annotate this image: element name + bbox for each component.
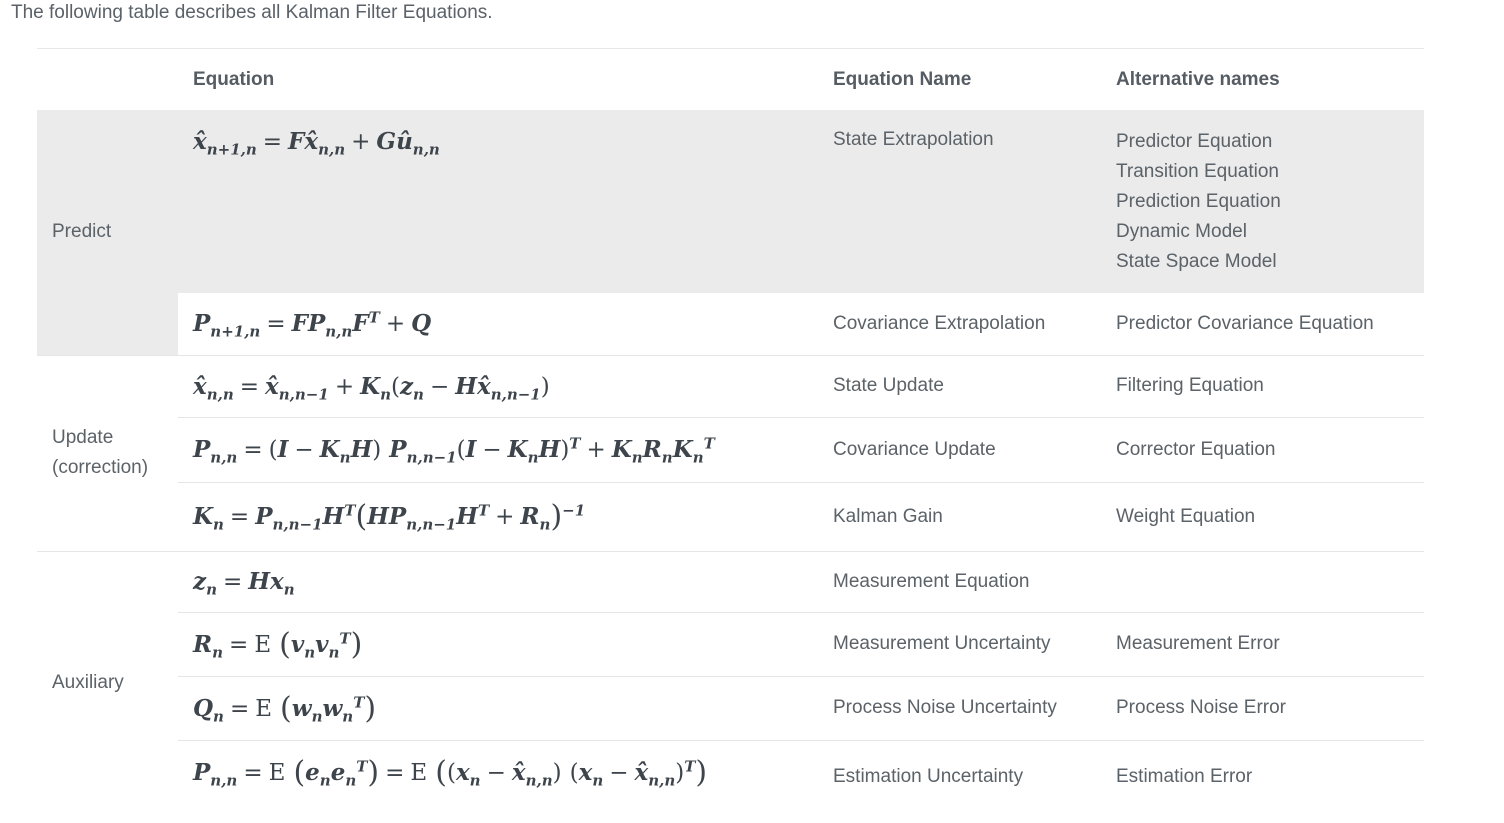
list-item: State Space Model [1116, 251, 1277, 272]
table-row: Update (correction) x̂n,n = x̂n,n−1 + Kn(zn −… [37, 354, 1424, 551]
equation-name-cell: State Extrapolation [833, 129, 994, 150]
equation-cell: Pn+1,n = FPn,nFT + Q [178, 293, 833, 355]
equation-process-noise-uncertainty: Qn = E (wnwnT) [193, 690, 377, 726]
equation-name-cell: Estimation Uncertainty [833, 739, 1116, 814]
alternative-names-cell: Filtering Equation [1116, 354, 1424, 417]
equation-name-cell: Measurement Equation [833, 550, 1116, 612]
header-group [37, 48, 178, 110]
alternative-names-cell: Measurement Error [1116, 611, 1424, 676]
header-equation-name: Equation Name [833, 48, 1116, 110]
alternative-names-cell: Predictor Equation Transition Equation P… [1116, 110, 1424, 293]
table-row: Pn,n = (I − KnH) Pn,n−1(I − KnH)T + KnRnKnT Cova… [37, 416, 1424, 482]
header-alternative-names: Alternative names [1116, 48, 1424, 110]
equation-cell: x̂n,n = x̂n,n−1 + Kn(zn − Hx̂n,n−1) [178, 354, 833, 417]
list-item: Prediction Equation [1116, 191, 1281, 212]
group-update-label: Update [52, 427, 114, 448]
alternative-names-cell: Predictor Covariance Equation [1116, 312, 1374, 334]
equation-name-cell: Covariance Extrapolation [833, 312, 1046, 334]
equation-state-update: x̂n,n = x̂n,n−1 + Kn(zn − Hx̂n,n−1) [193, 372, 550, 404]
equation-cell: Pn,n = E (enenT) = E ((xn − x̂n,n) (xn − x̂n,n)T… [178, 739, 833, 814]
equation-name-cell: Kalman Gain [833, 481, 1116, 551]
table-row: Predict x̂n+1,n = Fx̂n,n + Gûn,n State Extra… [37, 110, 1424, 355]
equation-name-cell: Measurement Uncertainty [833, 611, 1116, 676]
alternative-names-cell: Corrector Equation [1116, 416, 1424, 482]
equation-kalman-gain: Kn = Pn,n−1HT(HPn,n−1HT + Rn)−1 [193, 499, 586, 534]
table-row: Auxiliary zn = Hxn Measurement Equation [37, 550, 1424, 814]
kalman-equations-table: Equation Equation Name Alternative names… [37, 48, 1424, 814]
group-auxiliary: Auxiliary [37, 550, 178, 814]
list-item: Predictor Equation [1116, 131, 1273, 152]
equation-name-cell: State Update [833, 354, 1116, 417]
equation-measurement-uncertainty: Rn = E (vnvnT) [193, 626, 363, 662]
alternative-names-cell: Weight Equation [1116, 481, 1424, 551]
equation-cell: Kn = Pn,n−1HT(HPn,n−1HT + Rn)−1 [178, 481, 833, 551]
table-header-row: Equation Equation Name Alternative names [37, 48, 1424, 110]
equation-name-cell: Process Noise Uncertainty [833, 675, 1116, 740]
list-item: Transition Equation [1116, 161, 1280, 182]
equation-cell: Rn = E (vnvnT) [178, 611, 833, 676]
group-update: Update (correction) [37, 354, 178, 551]
group-predict: Predict [37, 110, 178, 355]
equation-covariance-extrapolation: Pn+1,n = FPn,nFT + Q [193, 308, 432, 341]
equation-cell: zn = Hxn [178, 550, 833, 612]
table-row: Pn+1,n = FPn,nFT + Q Covariance Extrapolatio… [37, 293, 1424, 355]
alternative-names-cell: Estimation Error [1116, 739, 1424, 814]
equation-cell: x̂n+1,n = Fx̂n,n + Gûn,n [178, 110, 833, 293]
equation-cell: Pn,n = (I − KnH) Pn,n−1(I − KnH)T + KnRnKnT [178, 416, 833, 482]
intro-text: The following table describes all Kalman… [11, 2, 493, 23]
equation-state-extrapolation: x̂n+1,n = Fx̂n,n + Gûn,n [193, 128, 440, 159]
equation-measurement: zn = Hxn [193, 568, 295, 599]
table-row: Rn = E (vnvnT) Measurement Uncertainty Mea… [37, 611, 1424, 676]
equation-name-cell: Covariance Update [833, 416, 1116, 482]
equation-cell: Qn = E (wnwnT) [178, 675, 833, 740]
table-row: Kn = Pn,n−1HT(HPn,n−1HT + Rn)−1 Kalman Gain … [37, 481, 1424, 551]
header-equation: Equation [178, 48, 833, 110]
table-row: Qn = E (wnwnT) Process Noise Uncertainty P… [37, 675, 1424, 740]
alternative-names-cell [1116, 550, 1424, 612]
list-item: Dynamic Model [1116, 221, 1247, 242]
equation-estimation-uncertainty: Pn,n = E (enenT) = E ((xn − x̂n,n) (xn − x̂n,n)T… [193, 754, 708, 790]
alternative-names-cell: Process Noise Error [1116, 675, 1424, 740]
group-update-sublabel: (correction) [52, 457, 149, 478]
table-row: Pn,n = E (enenT) = E ((xn − x̂n,n) (xn − x̂n,n)T… [37, 739, 1424, 814]
equation-covariance-update: Pn,n = (I − KnH) Pn,n−1(I − KnH)T + KnRnKnT [193, 434, 715, 467]
